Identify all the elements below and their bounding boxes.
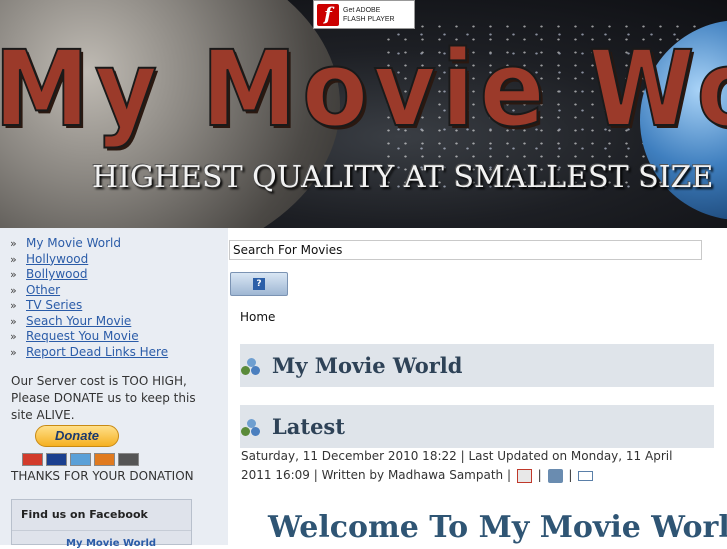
flash-badge-line1: Get ADOBE (343, 6, 381, 14)
search-input[interactable] (229, 240, 702, 260)
mastercard-icon (22, 453, 43, 466)
print-icon[interactable] (547, 468, 563, 483)
search-button[interactable]: ? (230, 272, 288, 296)
menu-item-hollywood[interactable]: » Hollywood (10, 252, 168, 268)
double-chevron-icon: » (10, 330, 17, 344)
article-meta-text: Saturday, 11 December 2010 18:22 | Last … (241, 449, 673, 482)
menu-item-tv-series[interactable]: » TV Series (10, 298, 168, 314)
banner-title: My Movie World (0, 27, 727, 151)
banner-tagline: HIGHEST QUALITY AT SMALLEST SIZE (92, 160, 714, 195)
section-title: My Movie World (272, 353, 463, 378)
amex-icon (70, 453, 91, 466)
double-chevron-icon: » (10, 252, 17, 266)
users-icon (241, 356, 261, 376)
double-chevron-icon: » (10, 299, 17, 313)
site-banner: My Movie World HIGHEST QUALITY AT SMALLE… (0, 0, 727, 228)
menu-item-search-movie[interactable]: » Seach Your Movie (10, 314, 168, 330)
double-chevron-icon: » (10, 237, 17, 251)
double-chevron-icon: » (10, 268, 17, 282)
flash-icon: f (317, 3, 339, 26)
welcome-heading: Welcome To My Movie World (268, 510, 727, 545)
facebook-box: Find us on Facebook My Movie World (11, 499, 192, 549)
menu-item-request-movie[interactable]: » Request You Movie (10, 329, 168, 345)
pdf-icon[interactable] (516, 468, 532, 483)
menu-item-my-movie-world[interactable]: » My Movie World (10, 236, 168, 252)
double-chevron-icon: » (10, 345, 17, 359)
donation-thanks: THANKS FOR YOUR DONATION (11, 469, 194, 483)
visa-icon (46, 453, 67, 466)
email-icon[interactable] (578, 470, 594, 481)
breadcrumb[interactable]: Home (240, 310, 275, 324)
main-content: ? Home My Movie World Latest Saturday, 1… (228, 228, 727, 545)
get-flash-player-badge[interactable]: f Get ADOBE FLASH PLAYER (313, 0, 415, 29)
sidebar: » My Movie World » Hollywood » Bollywood » O… (0, 228, 228, 549)
discover-icon (94, 453, 115, 466)
double-chevron-icon: » (10, 314, 17, 328)
main-menu: » My Movie World » Hollywood » Bollywood » O… (10, 236, 168, 360)
users-icon (241, 417, 261, 437)
bank-icon (118, 453, 139, 466)
menu-item-bollywood[interactable]: » Bollywood (10, 267, 168, 283)
section-title: Latest (272, 414, 345, 439)
facebook-page-link[interactable]: My Movie World (66, 538, 156, 549)
flash-badge-line2: FLASH PLAYER (343, 15, 395, 23)
menu-item-other[interactable]: » Other (10, 283, 168, 299)
question-icon: ? (253, 278, 265, 290)
article-meta: Saturday, 11 December 2010 18:22 | Last … (241, 449, 673, 483)
section-header-my-movie-world: My Movie World (240, 344, 714, 387)
donate-button[interactable]: Donate (35, 425, 119, 447)
facebook-box-title: Find us on Facebook (21, 508, 148, 521)
donate-message: Our Server cost is TOO HIGH, Please DONA… (11, 374, 196, 422)
menu-item-report-dead-links[interactable]: » Report Dead Links Here (10, 345, 168, 361)
payment-cards (22, 453, 139, 466)
double-chevron-icon: » (10, 283, 17, 297)
section-header-latest: Latest (240, 405, 714, 448)
